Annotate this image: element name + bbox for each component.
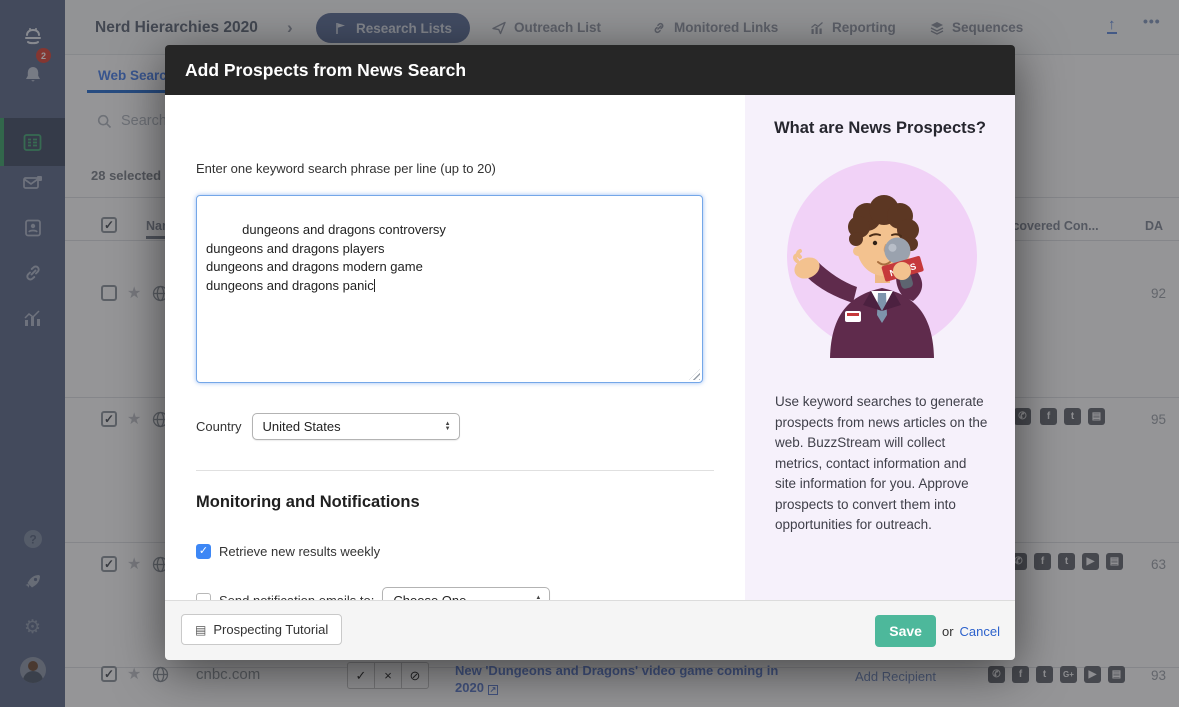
divider [196,470,714,471]
info-panel-body: Use keyword searches to generate prospec… [775,394,988,533]
save-button[interactable]: Save [875,615,936,647]
prospecting-tutorial-button[interactable]: ▤ Prospecting Tutorial [181,614,343,645]
country-select[interactable]: United States ▲ ▼ [251,413,460,440]
add-prospects-modal: Add Prospects from News Search Enter one… [165,45,1015,660]
modal-title: Add Prospects from News Search [185,59,467,80]
modal-footer: ▤ Prospecting Tutorial Save or Cancel [165,600,1015,660]
resize-handle-icon[interactable] [689,369,700,380]
country-label: Country [196,419,242,434]
retrieve-weekly-label: Retrieve new results weekly [219,544,381,559]
keywords-label: Enter one keyword search phrase per line… [196,161,496,176]
modal-form-pane: Enter one keyword search phrase per line… [165,95,745,614]
or-text: or [941,623,954,639]
book-icon: ▤ [195,622,207,637]
cancel-link[interactable]: Cancel [960,624,1000,639]
keywords-textarea[interactable]: dungeons and dragons controversy dungeon… [196,195,703,383]
info-panel-title: What are News Prospects? [774,119,986,137]
modal-header: Add Prospects from News Search [165,45,1015,95]
info-panel: What are News Prospects? Use keyword sea… [745,95,1015,600]
text-caret [373,278,376,292]
app-canvas: 2 ? ⚙ Nerd Hierarchies 2020 › Research L… [0,0,1179,707]
retrieve-weekly-checkbox[interactable]: ✓ [196,544,211,559]
news-reporter-illustration: NEWS [787,161,977,358]
monitoring-section-heading: Monitoring and Notifications [196,493,420,511]
select-arrows-icon: ▲▼ [444,420,451,432]
